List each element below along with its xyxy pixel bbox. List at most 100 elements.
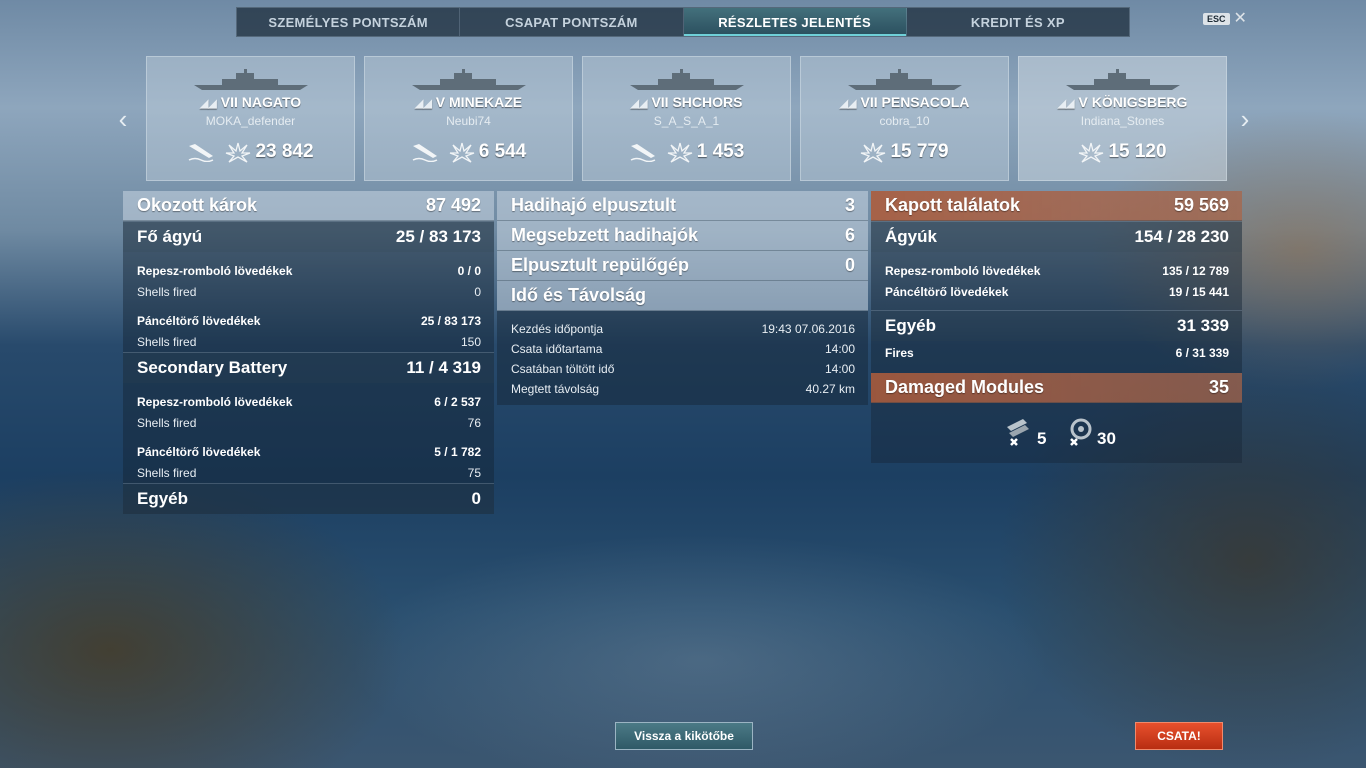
- distance-label: Megtett távolság: [511, 382, 600, 396]
- damage-dealt-value: 87 492: [425, 195, 481, 215]
- secondary-battery-value: 11 / 4 319: [406, 358, 481, 377]
- received-guns-row: Ágyúk 154 / 28 230: [871, 221, 1242, 252]
- sunk-ship-icon: [412, 144, 438, 162]
- planes-destroyed-value: 0: [844, 255, 855, 275]
- ship-class-icon: ◢◢: [199, 98, 217, 110]
- main-ap-label: Páncéltörő lövedékek: [137, 313, 261, 328]
- time-in-battle-label: Csatában töltött idő: [511, 362, 615, 376]
- start-time-label: Kezdés időpontja: [511, 322, 604, 336]
- received-ap-label: Páncéltörő lövedékek: [885, 284, 1009, 299]
- spacer: [871, 302, 1242, 310]
- received-he-row: Repesz-romboló lövedékek 135 / 12 789: [871, 260, 1242, 281]
- battle-button[interactable]: CSATA!: [1135, 722, 1223, 750]
- time-distance-label: Idő és Távolság: [511, 285, 647, 305]
- engine-module-count: 30: [1063, 415, 1116, 449]
- player-name: S_A_S_A_1: [653, 114, 720, 128]
- ship-name: ◢◢ VII SHCHORS: [583, 94, 790, 110]
- sunk-ship-icon: [630, 144, 656, 162]
- ship-tier: V: [435, 94, 446, 110]
- damage-dealt-to-ship: 6 544: [449, 141, 527, 163]
- player-name: Neubi74: [446, 114, 491, 128]
- player-name: Indiana_Stones: [1080, 114, 1165, 128]
- damage-dealt-to-ship: 23 842: [225, 141, 314, 163]
- secondary-he-value: 6 / 2 537: [434, 394, 481, 409]
- explosion-damage-icon: [667, 142, 692, 163]
- carousel-next-arrow-icon[interactable]: ›: [1235, 104, 1255, 135]
- main-ap-fired-label: Shells fired: [137, 334, 197, 349]
- spacer: [123, 302, 494, 310]
- ship-silhouette-icon: [630, 69, 744, 90]
- battle-duration-value: 14:00: [824, 342, 855, 356]
- received-he-value: 135 / 12 789: [1162, 263, 1229, 278]
- start-time-value: 19:43 07.06.2016: [761, 322, 855, 336]
- ships-destroyed-value: 3: [844, 195, 855, 215]
- damage-value: 23 842: [255, 141, 314, 162]
- ship-card[interactable]: ◢◢ VII PENSACOLA cobra_10 15 779: [800, 56, 1009, 181]
- ship-class-icon: ◢◢: [630, 98, 648, 110]
- secondary-battery-label: Secondary Battery: [137, 358, 288, 377]
- close-button[interactable]: ESC ✕: [1203, 11, 1247, 27]
- ship-card-stats: 23 842: [147, 141, 354, 163]
- spacer: [871, 252, 1242, 260]
- main-battery-label: Fő ágyú: [137, 227, 203, 246]
- ship-class-icon: ◢◢: [1057, 98, 1075, 110]
- ship-card[interactable]: ◢◢ V KÖNIGSBERG Indiana_Stones 15 120: [1018, 56, 1227, 181]
- player-name: MOKA_defender: [205, 114, 296, 128]
- close-icon[interactable]: ✕: [1234, 11, 1247, 27]
- distance-row: Megtett távolság 40.27 km: [497, 379, 868, 399]
- damage-value: 15 120: [1108, 141, 1167, 162]
- tab-personal-score[interactable]: SZEMÉLYES PONTSZÁM: [237, 8, 461, 36]
- return-to-port-button[interactable]: Vissza a kikötőbe: [615, 722, 753, 750]
- ship-tier: VII: [651, 94, 669, 110]
- tab-detailed-report[interactable]: RÉSZLETES JELENTÉS: [683, 8, 907, 36]
- damage-value: 15 779: [890, 141, 949, 162]
- damage-value: 6 544: [478, 141, 527, 162]
- other-damage-label: Egyéb: [137, 489, 189, 508]
- ship-card[interactable]: ◢◢ VII SHCHORS S_A_S_A_1 1 453: [582, 56, 791, 181]
- secondary-he-row: Repesz-romboló lövedékek 6 / 2 537: [123, 391, 494, 412]
- engine-damaged-icon: [1063, 417, 1095, 447]
- secondary-he-fired-value: 76: [467, 415, 481, 430]
- turret-count: 5: [1037, 429, 1047, 448]
- ship-name: ◢◢ V KÖNIGSBERG: [1019, 94, 1226, 110]
- secondary-he-fired-row: Shells fired 76: [123, 412, 494, 433]
- other-damage-value: 0: [471, 489, 481, 508]
- ship-class-icon: ◢◢: [839, 98, 857, 110]
- ship-silhouette-icon: [848, 69, 962, 90]
- tab-team-score[interactable]: CSAPAT PONTSZÁM: [460, 8, 684, 36]
- ship-card[interactable]: ◢◢ VII NAGATO MOKA_defender 23 842: [146, 56, 355, 181]
- battle-duration-label: Csata időtartama: [511, 342, 603, 356]
- main-ap-row: Páncéltörő lövedékek 25 / 83 173: [123, 310, 494, 331]
- start-time-row: Kezdés időpontja 19:43 07.06.2016: [497, 319, 868, 339]
- received-fires-value: 6 / 31 339: [1175, 346, 1229, 360]
- damaged-modules-value: 35: [1208, 377, 1229, 397]
- ship-card[interactable]: ◢◢ V MINEKAZE Neubi74 6 544: [364, 56, 573, 181]
- damaged-modules-label: Damaged Modules: [885, 377, 1045, 397]
- player-name: cobra_10: [879, 114, 930, 128]
- main-he-row: Repesz-romboló lövedékek 0 / 0: [123, 260, 494, 281]
- main-he-fired-row: Shells fired 0: [123, 281, 494, 302]
- received-guns-value: 154 / 28 230: [1134, 227, 1229, 246]
- battle-duration-row: Csata időtartama 14:00: [497, 339, 868, 359]
- ship-name: ◢◢ VII NAGATO: [147, 94, 354, 110]
- main-ap-fired-value: 150: [460, 334, 481, 349]
- explosion-damage-icon: [1079, 142, 1104, 163]
- spacer: [871, 365, 1242, 373]
- tab-credits-xp[interactable]: KREDIT ÉS XP: [907, 8, 1129, 36]
- ship-silhouette-icon: [1066, 69, 1180, 90]
- ship-name: ◢◢ V MINEKAZE: [365, 94, 572, 110]
- damage-received-label: Kapott találatok: [885, 195, 1021, 215]
- damage-dealt-header: Okozott károk 87 492: [123, 191, 494, 221]
- main-ap-fired-row: Shells fired 150: [123, 331, 494, 352]
- time-distance-header: Idő és Távolság: [497, 281, 868, 311]
- secondary-he-label: Repesz-romboló lövedékek: [137, 394, 293, 409]
- secondary-he-fired-label: Shells fired: [137, 415, 197, 430]
- received-fires-label: Fires: [885, 346, 914, 360]
- carousel-prev-arrow-icon[interactable]: ‹: [113, 104, 133, 135]
- ships-damaged-label: Megsebzett hadihajók: [511, 225, 699, 245]
- main-he-value: 0 / 0: [457, 263, 481, 278]
- ship-tier: VII: [220, 94, 238, 110]
- damage-received-header: Kapott találatok 59 569: [871, 191, 1242, 221]
- ship-card-stats: 15 779: [801, 141, 1008, 163]
- spacer: [123, 383, 494, 391]
